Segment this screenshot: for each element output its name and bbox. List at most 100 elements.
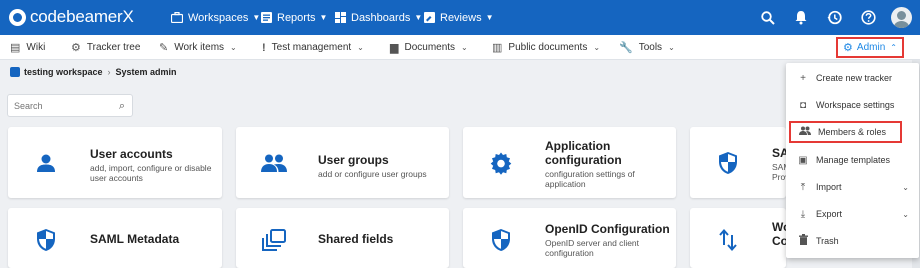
card-user-groups[interactable]: User groups add or configure user groups: [236, 127, 449, 198]
search-input[interactable]: [8, 95, 108, 116]
chevron-down-icon: ⌄: [461, 43, 468, 52]
search-icon[interactable]: ⌕: [119, 100, 125, 113]
nav-tools-label: Tools: [638, 42, 663, 53]
public-doc-icon: ▥: [492, 42, 503, 54]
import-icon: ⤒: [800, 181, 806, 193]
card-description: SAM Prov: [772, 162, 786, 182]
gear-icon: [487, 127, 515, 198]
admin-label: Admin: [856, 42, 886, 53]
nav-documents-label: Documents: [404, 42, 456, 53]
review-icon: [424, 12, 435, 23]
chevron-down-icon: ▼: [319, 13, 328, 22]
nav-work-items[interactable]: ✎ Work items ⌄: [159, 35, 237, 60]
menu-item-manage-templates[interactable]: ▣ Manage templates: [786, 149, 919, 171]
menu-item-label: Export: [816, 209, 843, 219]
person-icon: [32, 127, 60, 198]
card-title: User groups: [318, 153, 389, 167]
menu-item-create-new-tracker[interactable]: + Create new tracker: [786, 67, 919, 89]
card-title: Wo Co: [772, 220, 786, 248]
card-saml-metadata[interactable]: SAML Metadata: [8, 208, 222, 268]
menu-item-label: Trash: [816, 236, 839, 246]
report-icon: [261, 12, 272, 23]
card-description: add, import, configure or disable user a…: [90, 163, 212, 183]
nav-documents[interactable]: ▆ Documents ⌄: [390, 35, 468, 60]
nav-public-documents[interactable]: ▥ Public documents ⌄: [492, 35, 600, 60]
nav-workspaces-label: Workspaces: [188, 11, 249, 24]
search-box: ⌕: [7, 94, 133, 117]
shield-icon: [32, 210, 60, 268]
nav-reports[interactable]: Reports ▼: [261, 0, 327, 35]
template-icon: ▣: [798, 154, 808, 166]
workspace-icon: [10, 66, 20, 77]
briefcase-icon: [171, 12, 183, 23]
nav-dashboards[interactable]: Dashboards ▼: [335, 0, 422, 35]
project-nav: ▤ Wiki ⚙ Tracker tree ✎ Work items ⌄ ! T…: [0, 35, 920, 60]
app-logo[interactable]: codebeamerX: [9, 6, 134, 28]
chevron-down-icon: ⌄: [230, 43, 237, 52]
shield-icon: [487, 210, 515, 268]
card-title: OpenID Configuration: [545, 222, 670, 236]
trash-icon: [797, 234, 809, 248]
card-title: User accounts: [90, 147, 173, 161]
chevron-down-icon: ⌄: [593, 43, 601, 52]
plus-icon: +: [800, 72, 806, 84]
card-workflow-partial[interactable]: Wo Co: [690, 208, 786, 268]
menu-item-trash[interactable]: Trash: [786, 230, 919, 252]
menu-item-export[interactable]: ⤓ Export ⌄: [786, 203, 919, 225]
chevron-down-icon: ⌄: [357, 43, 364, 52]
app-name: codebeamerX: [30, 7, 134, 26]
chevron-down-icon: ⌄: [902, 182, 909, 192]
nav-reports-label: Reports: [277, 11, 316, 24]
nav-reviews-label: Reviews: [440, 11, 482, 24]
wiki-icon: ▤: [10, 42, 21, 54]
card-saml-partial[interactable]: SA SAM Prov: [690, 127, 786, 198]
menu-item-label: Manage templates: [816, 155, 891, 165]
menu-item-workspace-settings[interactable]: ◘ Workspace settings: [786, 94, 919, 116]
group-icon: [260, 127, 288, 198]
search-icon[interactable]: [759, 9, 776, 26]
settings-box-icon: ◘: [799, 99, 807, 111]
chevron-down-icon: ⌄: [668, 43, 675, 52]
bell-icon[interactable]: [792, 9, 809, 26]
breadcrumb-page: System admin: [115, 66, 177, 77]
sort-arrows-icon: [714, 210, 742, 268]
breadcrumb: testing workspace › System admin: [10, 65, 177, 78]
test-icon: !: [262, 41, 266, 54]
history-icon[interactable]: [826, 9, 843, 26]
nav-tracker-tree[interactable]: ⚙ Tracker tree: [71, 35, 140, 60]
chevron-down-icon: ▼: [252, 13, 261, 22]
nav-reviews[interactable]: Reviews ▼: [424, 0, 494, 35]
nav-test-management[interactable]: ! Test management ⌄: [262, 35, 364, 60]
card-description: configuration settings of application: [545, 169, 635, 189]
menu-item-label: Workspace settings: [816, 100, 895, 110]
card-description: add or configure user groups: [318, 169, 427, 179]
avatar[interactable]: [891, 7, 912, 28]
shield-icon: [714, 127, 742, 198]
card-description: OpenID server and client configuration: [545, 238, 640, 258]
wrench-icon: 🔧: [619, 42, 633, 54]
nav-wiki[interactable]: ▤ Wiki: [10, 35, 45, 60]
nav-workspaces[interactable]: Workspaces ▼: [171, 0, 260, 35]
admin-menu: + Create new tracker ◘ Workspace setting…: [786, 63, 919, 258]
menu-item-members-roles[interactable]: Members & roles: [789, 121, 902, 143]
logo-icon: [9, 8, 26, 26]
admin-button[interactable]: ⚙ Admin ⌃: [836, 37, 904, 58]
help-icon[interactable]: [860, 9, 877, 26]
card-shared-fields[interactable]: Shared fields: [236, 208, 449, 268]
card-user-accounts[interactable]: User accounts add, import, configure or …: [8, 127, 222, 198]
chevron-down-icon: ▼: [414, 13, 423, 22]
tracker-tree-icon: ⚙: [71, 42, 81, 54]
chevron-up-icon: ⌃: [890, 43, 897, 52]
nav-wiki-label: Wiki: [26, 42, 46, 53]
nav-public-documents-label: Public documents: [508, 42, 588, 53]
nav-dashboards-label: Dashboards: [351, 11, 411, 24]
breadcrumb-workspace[interactable]: testing workspace: [24, 67, 103, 77]
card-openid-configuration[interactable]: OpenID Configuration OpenID server and c…: [463, 208, 676, 268]
menu-item-import[interactable]: ⤒ Import ⌄: [786, 176, 919, 198]
menu-item-label: Members & roles: [818, 127, 887, 137]
nav-tools[interactable]: 🔧 Tools ⌄: [619, 35, 675, 60]
top-bar: codebeamerX Workspaces ▼ Reports ▼ Dashb…: [0, 0, 920, 35]
card-application-configuration[interactable]: Application configuration configuration …: [463, 127, 676, 198]
card-title: SAML Metadata: [90, 232, 180, 246]
menu-item-label: Import: [816, 182, 842, 192]
